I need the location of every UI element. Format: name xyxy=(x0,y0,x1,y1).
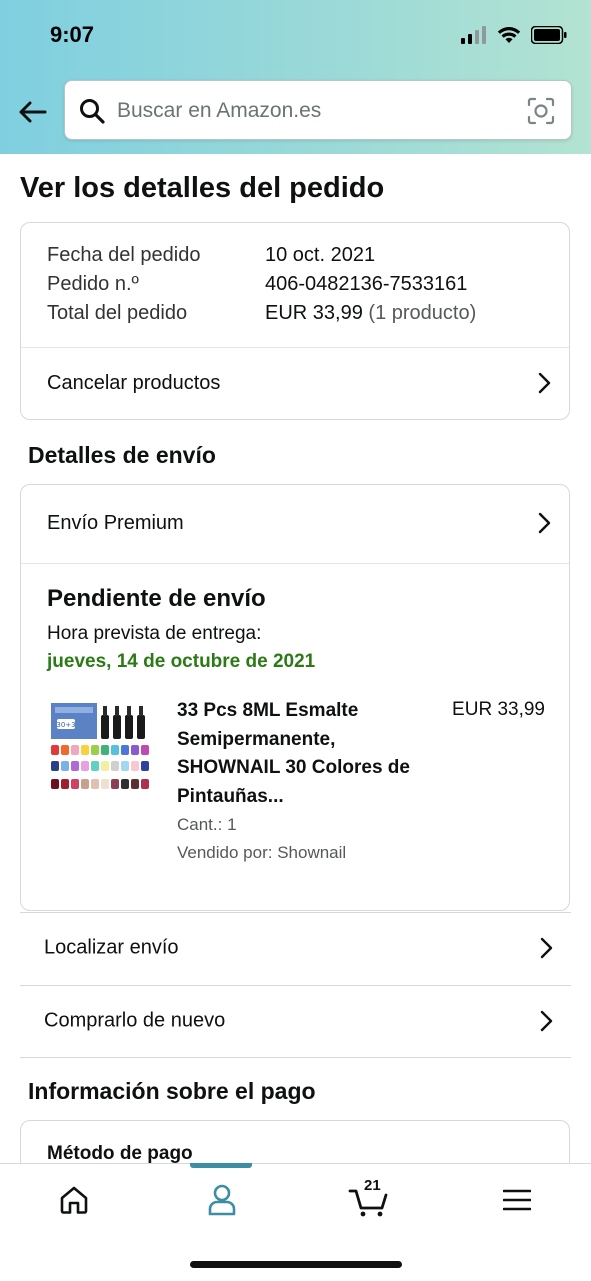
buy-again-row[interactable]: Comprarlo de nuevo xyxy=(20,985,571,1057)
cart-count-badge: 21 xyxy=(364,1177,381,1194)
back-arrow-icon xyxy=(19,101,47,123)
chevron-right-icon xyxy=(540,937,553,959)
menu-icon xyxy=(503,1189,531,1211)
search-icon xyxy=(80,99,105,124)
payment-method-label: Método de pago xyxy=(47,1143,193,1164)
nav-menu[interactable] xyxy=(487,1180,547,1220)
order-total-label: Total del pedido xyxy=(47,302,188,324)
payment-section-title: Información sobre el pago xyxy=(28,1078,316,1104)
order-total-value: EUR 33,99 (1 producto) xyxy=(265,302,476,325)
order-summary-card: Fecha del pedido 10 oct. 2021 Pedido n.º… xyxy=(20,222,570,420)
active-tab-indicator xyxy=(190,1163,252,1168)
eta-label: Hora prevista de entrega: xyxy=(47,623,262,644)
home-indicator xyxy=(190,1261,402,1268)
shipment-status: Pendiente de envío xyxy=(47,585,266,612)
order-date-label: Fecha del pedido xyxy=(47,244,201,266)
nav-home[interactable] xyxy=(44,1180,104,1220)
wifi-icon xyxy=(497,27,521,43)
signal-icon xyxy=(461,26,486,44)
order-number-value: 406-0482136-7533161 xyxy=(265,273,468,295)
divider xyxy=(20,1057,571,1058)
shipping-method-label: Envío Premium xyxy=(47,511,184,534)
product-image[interactable]: 30+3 xyxy=(49,701,153,799)
product-price: EUR 33,99 xyxy=(452,699,545,720)
shipping-card: Envío Premium Pendiente de envío Hora pr… xyxy=(20,484,570,911)
chevron-right-icon xyxy=(538,512,551,534)
cancel-products-row[interactable]: Cancelar productos xyxy=(21,347,569,419)
order-date-value: 10 oct. 2021 xyxy=(265,244,376,266)
track-shipment-row[interactable]: Localizar envío xyxy=(20,912,571,984)
product-quantity: Cant.: 1 xyxy=(177,815,237,834)
cancel-products-label: Cancelar productos xyxy=(47,371,221,394)
page-title: Ver los detalles del pedido xyxy=(20,172,385,204)
buy-again-label: Comprarlo de nuevo xyxy=(44,1009,226,1032)
chevron-right-icon xyxy=(538,372,551,394)
product-title[interactable]: 33 Pcs 8ML Esmalte Semipermanente, SHOWN… xyxy=(177,697,417,811)
home-icon xyxy=(60,1186,88,1214)
chevron-right-icon xyxy=(540,1010,553,1032)
back-button[interactable] xyxy=(14,94,50,130)
nav-account[interactable] xyxy=(192,1180,252,1220)
account-icon xyxy=(208,1184,236,1216)
battery-icon xyxy=(531,26,567,44)
eta-date: jueves, 14 de octubre de 2021 xyxy=(47,651,316,672)
order-total-amount: EUR 33,99 xyxy=(265,302,363,324)
status-time: 9:07 xyxy=(50,22,95,47)
product-image-badge: 30+3 xyxy=(56,721,75,729)
status-icons xyxy=(461,25,567,45)
shipping-section-title: Detalles de envío xyxy=(28,442,216,468)
track-shipment-label: Localizar envío xyxy=(44,936,179,959)
search-input[interactable] xyxy=(117,93,517,129)
order-total-count: (1 producto) xyxy=(368,302,477,324)
camera-scan-icon[interactable] xyxy=(527,97,555,125)
product-seller: Vendido por: Shownail xyxy=(177,843,347,862)
bottom-nav: 21 xyxy=(0,1163,591,1281)
search-bar[interactable] xyxy=(64,80,572,140)
nav-cart[interactable]: 21 xyxy=(340,1177,400,1220)
divider xyxy=(21,563,569,564)
header: 9:07 xyxy=(0,0,591,154)
order-number-label: Pedido n.º xyxy=(47,273,139,295)
shipping-method-row[interactable]: Envío Premium xyxy=(21,487,569,559)
